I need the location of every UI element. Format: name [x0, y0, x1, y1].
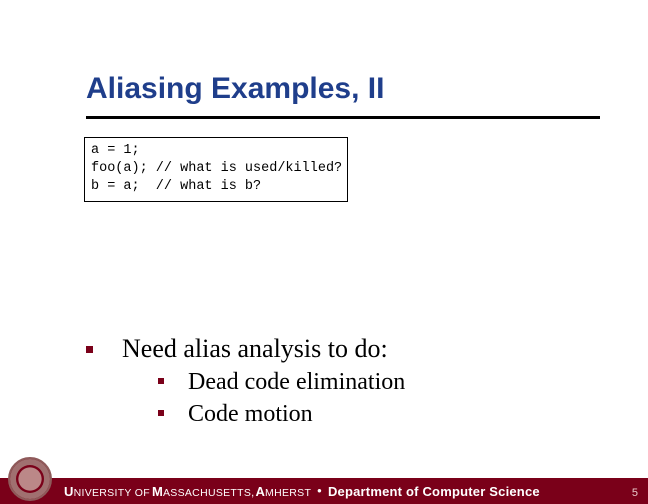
- bullet-text: Need alias analysis to do:: [122, 334, 388, 363]
- footer-comma: ,: [251, 487, 254, 499]
- bullet-lvl2: Dead code elimination: [158, 366, 608, 398]
- footer-m: M: [152, 484, 163, 499]
- bullet-text: Dead code elimination: [188, 369, 405, 395]
- bullet-text: Code motion: [188, 401, 313, 427]
- square-bullet-icon: [158, 378, 164, 384]
- bullet-lvl1: Need alias analysis to do: Dead code eli…: [86, 332, 608, 431]
- body-content: Need alias analysis to do: Dead code eli…: [86, 332, 608, 431]
- square-bullet-icon: [158, 410, 164, 416]
- university-seal-icon: [8, 457, 52, 501]
- footer-amh: MHERST: [265, 487, 311, 499]
- page-number: 5: [632, 487, 638, 499]
- separator-dot-icon: •: [311, 483, 328, 498]
- footer-text: U NIVERSITY OF M ASSACHUSETTS , A MHERST…: [64, 484, 540, 499]
- footer-univ: NIVERSITY OF: [74, 487, 150, 499]
- square-bullet-icon: [86, 346, 93, 353]
- slide: Aliasing Examples, II a = 1; foo(a); // …: [0, 0, 648, 504]
- slide-title: Aliasing Examples, II: [0, 0, 648, 106]
- footer-a: A: [255, 484, 265, 499]
- footer-bar: U NIVERSITY OF M ASSACHUSETTS , A MHERST…: [0, 478, 648, 504]
- footer-u: U: [64, 484, 74, 499]
- code-block: a = 1; foo(a); // what is used/killed? b…: [84, 137, 348, 202]
- footer-mass: ASSACHUSETTS: [163, 487, 251, 499]
- title-underline: [86, 116, 600, 119]
- footer-dept: Department of Computer Science: [328, 484, 540, 499]
- bullet-lvl2: Code motion: [158, 398, 608, 430]
